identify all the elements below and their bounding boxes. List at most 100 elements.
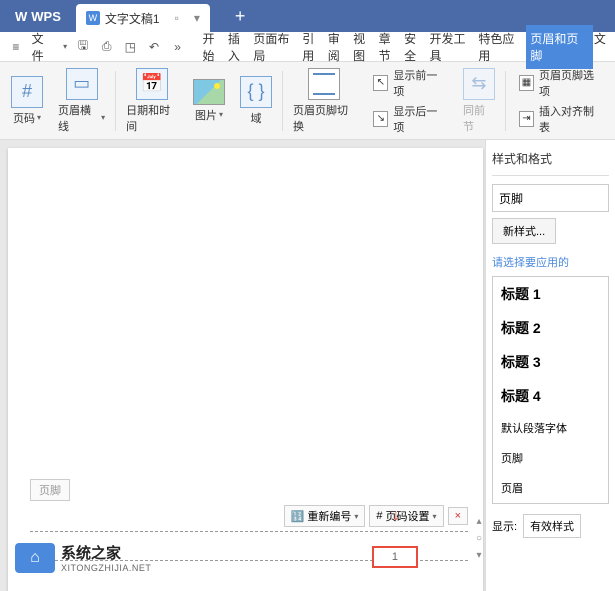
file-dropdown-icon[interactable]: ▾ (63, 42, 67, 51)
tab-section[interactable]: 章节 (378, 25, 403, 69)
hf-switch-label: 页眉页脚切换 (293, 102, 355, 134)
tab-controls: ▫ ▾ (175, 11, 200, 25)
menu-bar: ≡ 文件 ▾ 🖫 ⎙ ◳ ↶ » 开始 插入 页面布局 引用 审阅 视图 章节 … (0, 32, 615, 62)
scroll-controls: ▴ ○ ▾ (473, 516, 485, 561)
tab-insert[interactable]: 插入 (227, 25, 252, 69)
style-heading4[interactable]: 标题 4 (493, 379, 608, 413)
style-heading2[interactable]: 标题 2 (493, 311, 608, 345)
chevron-down-icon: ▾ (433, 512, 437, 521)
file-menu[interactable]: 文件 (32, 30, 56, 64)
tab-devtools[interactable]: 开发工具 (429, 25, 478, 69)
choose-prompt: 请选择要应用的 (492, 254, 609, 270)
hf-options-button[interactable]: ▦页眉页脚选项 (519, 67, 601, 99)
header-line-label: 页眉横线 (58, 102, 99, 134)
show-prev-label: 显示前一项 (393, 67, 445, 99)
tab-menu-icon[interactable]: ▫ (175, 11, 179, 25)
field-label: 域 (251, 110, 262, 126)
chevron-down-icon: ▾ (101, 113, 105, 122)
page-number-group[interactable]: # 页码▾ (6, 76, 48, 126)
tab-text[interactable]: 文 (593, 25, 607, 69)
page[interactable]: 页脚 🔢重新编号▾ #页码设置▾ × ↓ 1 (8, 148, 483, 591)
show-next-label: 显示后一项 (393, 103, 445, 135)
delete-button[interactable]: × (448, 507, 468, 525)
show-next-button[interactable]: ↘显示后一项 (373, 103, 445, 135)
scroll-down-icon[interactable]: ▾ (476, 550, 481, 561)
same-section-label: 同前节 (463, 102, 495, 134)
tab-reference[interactable]: 引用 (301, 25, 326, 69)
datetime-label: 日期和时间 (126, 102, 178, 134)
footer-toolbar: 🔢重新编号▾ #页码设置▾ × (30, 505, 468, 527)
new-tab-button[interactable]: + (235, 6, 246, 27)
renumber-icon: 🔢 (291, 510, 305, 523)
tab-review[interactable]: 审阅 (327, 25, 352, 69)
hf-switch-group[interactable]: 页眉页脚切换 (288, 68, 360, 134)
calendar-icon: 📅 (136, 68, 168, 100)
field-icon: { } (240, 76, 272, 108)
picture-label: 图片 (195, 107, 217, 123)
header-line-group[interactable]: ▭ 页眉横线▾ (53, 68, 110, 134)
save-icon[interactable]: 🖫 (75, 39, 91, 55)
current-style-input[interactable] (492, 184, 609, 212)
tab-layout[interactable]: 页面布局 (252, 25, 301, 69)
tab-security[interactable]: 安全 (403, 25, 428, 69)
divider (492, 175, 609, 176)
align-tab-button[interactable]: ⇥插入对齐制表 (519, 103, 601, 135)
renumber-button[interactable]: 🔢重新编号▾ (284, 505, 366, 527)
page-number-field[interactable]: 1 (372, 546, 418, 568)
more-icon[interactable]: » (170, 39, 186, 55)
menu-tabs: 开始 插入 页面布局 引用 审阅 视图 章节 安全 开发工具 特色应用 页眉和页… (201, 25, 606, 69)
watermark-logo-icon: ⌂ (15, 543, 55, 573)
page-settings-button[interactable]: #页码设置▾ (369, 505, 443, 527)
field-group[interactable]: { } 域 (235, 76, 277, 126)
picture-group[interactable]: 图片▾ (188, 79, 230, 123)
prev-icon: ↖ (373, 75, 388, 91)
preview-icon[interactable]: ◳ (123, 39, 139, 55)
renumber-label: 重新编号 (307, 508, 351, 524)
tab-special[interactable]: 特色应用 (477, 25, 526, 69)
picture-icon (193, 79, 225, 105)
divider (115, 71, 116, 131)
divider (282, 71, 283, 131)
scroll-up-icon[interactable]: ▴ (476, 516, 481, 527)
style-list: 标题 1 标题 2 标题 3 标题 4 默认段落字体 页脚 页眉 (492, 276, 609, 504)
same-section-group[interactable]: ⇆ 同前节 (458, 68, 500, 134)
align-label: 插入对齐制表 (539, 103, 601, 135)
tab-header-footer[interactable]: 页眉和页脚 (526, 25, 593, 69)
watermark-text: 系统之家 (61, 542, 151, 563)
tab-start[interactable]: 开始 (201, 25, 226, 69)
header-line-icon: ▭ (66, 68, 98, 100)
styles-panel: 样式和格式 新样式... 请选择要应用的 标题 1 标题 2 标题 3 标题 4… (485, 140, 615, 591)
logo-text: WPS (31, 9, 61, 24)
page-number-icon: # (11, 76, 43, 108)
page-number-label: 页码 (13, 110, 35, 126)
style-heading1[interactable]: 标题 1 (493, 277, 608, 311)
watermark-url: XITONGZHIJIA.NET (61, 563, 151, 573)
style-footer[interactable]: 页脚 (493, 443, 608, 473)
same-section-icon: ⇆ (463, 68, 495, 100)
options-icon: ▦ (519, 75, 534, 91)
print-icon[interactable]: ⎙ (99, 39, 115, 55)
show-row: 显示: 有效样式 (492, 514, 609, 538)
chevron-down-icon: ▾ (219, 110, 223, 119)
style-default-font[interactable]: 默认段落字体 (493, 413, 608, 443)
datetime-group[interactable]: 📅 日期和时间 (121, 68, 183, 134)
nav-group: ↖ 显示前一项 ↘显示后一项 (365, 67, 453, 135)
divider (505, 71, 506, 131)
chevron-down-icon: ▾ (37, 113, 41, 122)
show-select[interactable]: 有效样式 (523, 514, 581, 538)
undo-icon[interactable]: ↶ (146, 39, 162, 55)
arrow-indicator: ↓ (392, 507, 400, 525)
document-viewport[interactable]: 页脚 🔢重新编号▾ #页码设置▾ × ↓ 1 ▴ ○ ▾ ⌂ 系统之家 XIT (0, 140, 485, 591)
tab-view[interactable]: 视图 (352, 25, 377, 69)
tab-dropdown-icon[interactable]: ▾ (194, 11, 200, 25)
scroll-mid-icon[interactable]: ○ (476, 533, 482, 544)
hamburger-icon[interactable]: ≡ (8, 39, 24, 55)
new-style-button[interactable]: 新样式... (492, 218, 556, 244)
settings-icon: # (376, 510, 382, 522)
document-tab[interactable]: W 文字文稿1 ▫ ▾ (76, 4, 210, 32)
style-header[interactable]: 页眉 (493, 473, 608, 503)
show-prev-button[interactable]: ↖ 显示前一项 (373, 67, 445, 99)
style-heading3[interactable]: 标题 3 (493, 345, 608, 379)
hf-switch-icon (308, 68, 340, 100)
tab-title: 文字文稿1 (105, 10, 160, 27)
